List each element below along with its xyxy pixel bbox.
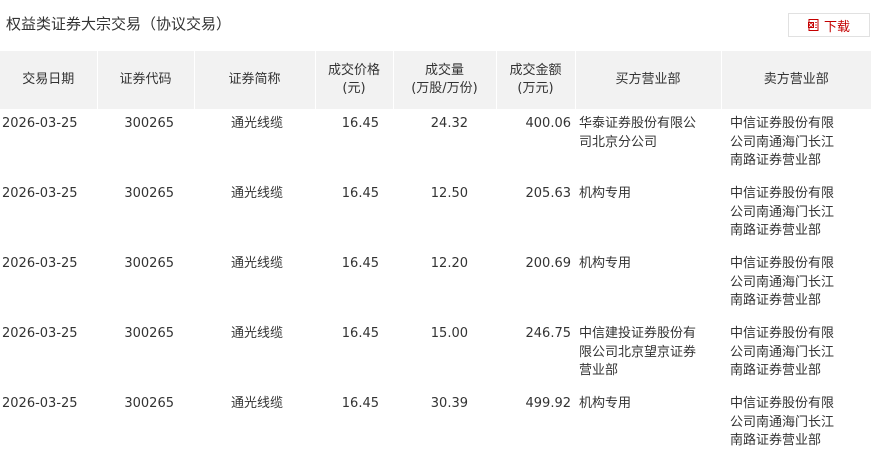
table-row: 2026-03-25 300265 通光线缆 16.45 30.39 499.9… (0, 389, 871, 454)
cell-trade-date: 2026-03-25 (2, 396, 78, 411)
cell-volume: 12.20 (430, 256, 468, 271)
cell-volume: 30.39 (430, 396, 468, 411)
cell-security-name: 通光线缆 (230, 256, 283, 271)
cell-trade-date: 2026-03-25 (2, 186, 78, 201)
cell-security-name: 通光线缆 (230, 326, 283, 341)
cell-trade-date: 2026-03-25 (2, 116, 78, 131)
cell-price: 16.45 (341, 256, 379, 271)
cell-amount: 499.92 (525, 396, 572, 411)
cell-amount: 246.75 (525, 326, 572, 341)
cell-buyer-branch: 机构专用 (579, 256, 632, 271)
cell-security-code: 300265 (124, 396, 174, 411)
cell-security-name: 通光线缆 (230, 116, 283, 131)
table-row: 2026-03-25 300265 通光线缆 16.45 15.00 246.7… (0, 319, 871, 389)
block-trade-table: 交易日期 证券代码 证券简称 成交价格 (元) 成交量 (万股/万份) 成交金额 (万… (0, 51, 871, 454)
cell-security-name: 通光线缆 (230, 396, 283, 411)
cell-security-code: 300265 (124, 326, 174, 341)
page-header: 权益类证券大宗交易（协议交易） 下载 (0, 0, 872, 48)
cell-volume: 15.00 (430, 326, 468, 341)
table-row: 2026-03-25 300265 通光线缆 16.45 24.32 400.0… (0, 109, 871, 179)
cell-buyer-branch: 机构专用 (579, 186, 632, 201)
cell-trade-date: 2026-03-25 (2, 256, 78, 271)
cell-volume: 24.32 (430, 116, 468, 131)
page-title: 权益类证券大宗交易（协议交易） (6, 15, 232, 33)
column-header-volume[interactable]: 成交量 (万股/万份) (392, 51, 496, 109)
cell-seller-branch: 中信证券股份有限公司南通海门长江南路证券营业部 (730, 396, 835, 448)
table-row: 2026-03-25 300265 通光线缆 16.45 12.50 205.6… (0, 179, 871, 249)
cell-security-name: 通光线缆 (230, 186, 283, 201)
cell-price: 16.45 (341, 326, 379, 341)
column-header-buyer-branch[interactable]: 买方营业部 (574, 51, 721, 109)
excel-file-icon (807, 19, 819, 31)
cell-volume: 12.50 (430, 186, 468, 201)
table-header-row: 交易日期 证券代码 证券简称 成交价格 (元) 成交量 (万股/万份) 成交金额 (万… (0, 51, 871, 109)
cell-seller-branch: 中信证券股份有限公司南通海门长江南路证券营业部 (730, 186, 835, 238)
column-header-price[interactable]: 成交价格 (元) (314, 51, 393, 109)
cell-seller-branch: 中信证券股份有限公司南通海门长江南路证券营业部 (730, 116, 835, 168)
cell-price: 16.45 (341, 116, 379, 131)
column-header-amount[interactable]: 成交金额 (万元) (495, 51, 575, 109)
cell-security-code: 300265 (124, 256, 174, 271)
download-label: 下载 (823, 19, 850, 35)
cell-price: 16.45 (341, 396, 379, 411)
column-header-security-code[interactable]: 证券代码 (96, 51, 194, 109)
cell-security-code: 300265 (124, 186, 174, 201)
cell-security-code: 300265 (124, 116, 174, 131)
cell-amount: 400.06 (525, 116, 572, 131)
cell-amount: 200.69 (525, 256, 572, 271)
column-header-trade-date[interactable]: 交易日期 (0, 51, 97, 109)
cell-buyer-branch: 机构专用 (579, 396, 632, 411)
cell-buyer-branch: 中信建投证券股份有限公司北京望京证券营业部 (579, 326, 697, 378)
table-row: 2026-03-25 300265 通光线缆 16.45 12.20 200.6… (0, 249, 871, 319)
column-header-security-name[interactable]: 证券简称 (193, 51, 315, 109)
cell-amount: 205.63 (525, 186, 572, 201)
cell-seller-branch: 中信证券股份有限公司南通海门长江南路证券营业部 (730, 326, 835, 378)
cell-trade-date: 2026-03-25 (2, 326, 78, 341)
download-button[interactable]: 下载 (788, 13, 870, 37)
column-header-seller-branch[interactable]: 卖方营业部 (720, 51, 871, 109)
cell-buyer-branch: 华泰证券股份有限公司北京分公司 (579, 116, 697, 150)
cell-seller-branch: 中信证券股份有限公司南通海门长江南路证券营业部 (730, 256, 835, 308)
cell-price: 16.45 (341, 186, 379, 201)
